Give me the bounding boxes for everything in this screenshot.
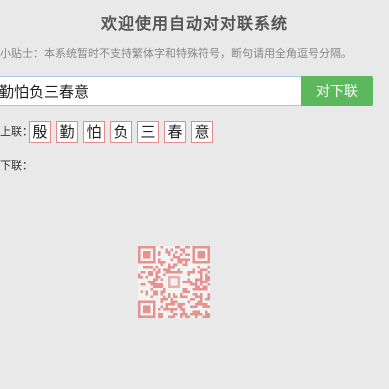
- upper-char: 三: [137, 121, 159, 143]
- upper-char: 勤: [56, 121, 78, 143]
- input-bar: 对下联: [0, 76, 373, 106]
- upper-char: 意: [191, 121, 213, 143]
- upper-couplet-chars: 殷 勤 怕 负 三 春 意: [29, 121, 213, 143]
- upper-char: 怕: [83, 121, 105, 143]
- tip-text: 小贴士：本系统暂时不支持繁体字和特殊符号，断句请用全角逗号分隔。: [0, 47, 352, 60]
- upper-char: 春: [164, 121, 186, 143]
- page-title: 欢迎使用自动对对联系统: [100, 14, 288, 33]
- lower-couplet-label: 下联：: [0, 159, 33, 172]
- qr-code-icon: [138, 246, 210, 318]
- upper-char: 殷: [29, 121, 51, 143]
- couplet-input[interactable]: [0, 76, 301, 106]
- upper-char: 负: [110, 121, 132, 143]
- generate-lower-button[interactable]: 对下联: [301, 76, 373, 106]
